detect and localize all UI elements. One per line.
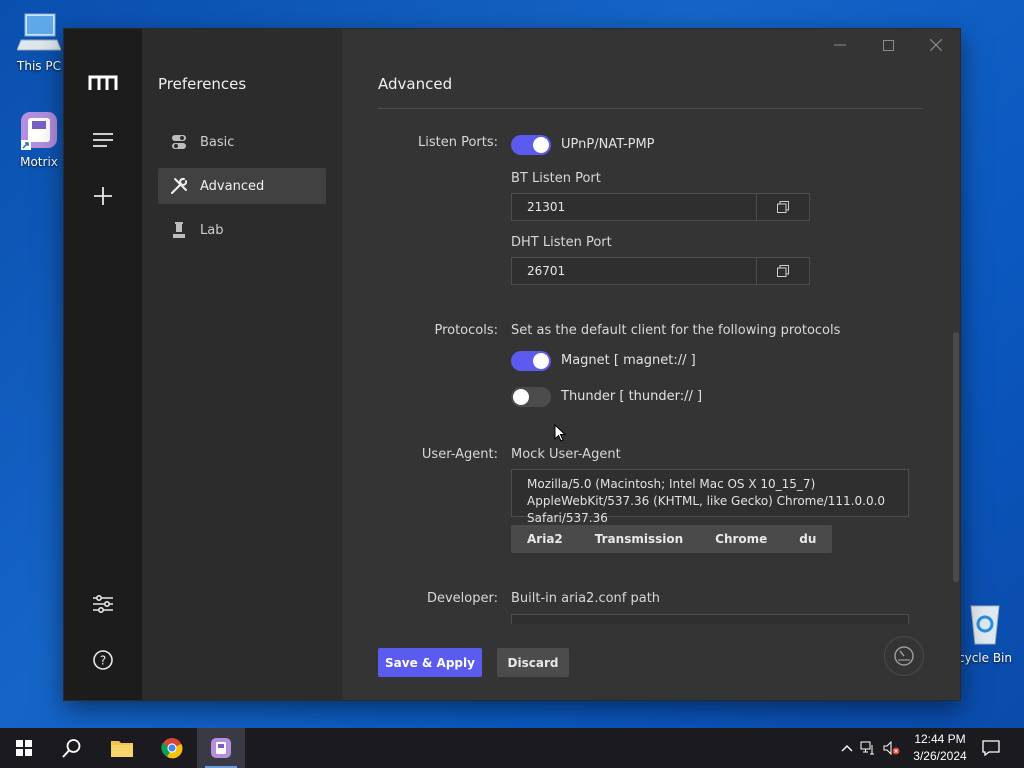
aria2-conf-path-field[interactable] bbox=[511, 614, 909, 624]
motrix-taskbar-button[interactable] bbox=[197, 728, 245, 768]
clock-date: 3/26/2024 bbox=[913, 749, 967, 763]
aria2-conf-path-label: Built-in aria2.conf path bbox=[511, 591, 661, 606]
taskbar: 12:44 PM 3/26/2024 bbox=[0, 728, 1024, 768]
clock-time: 12:44 PM bbox=[914, 732, 966, 746]
taskbar-clock[interactable]: 12:44 PM 3/26/2024 bbox=[905, 731, 975, 765]
developer-label: Developer: bbox=[426, 591, 498, 606]
speed-limit-button[interactable] bbox=[884, 636, 924, 676]
dht-port-label: DHT Listen Port bbox=[511, 235, 612, 250]
upnp-toggle[interactable] bbox=[511, 135, 551, 155]
file-explorer-button[interactable] bbox=[98, 728, 146, 768]
windows-logo-icon bbox=[16, 740, 32, 756]
content-scrollbar[interactable] bbox=[953, 332, 959, 582]
help-icon[interactable]: ? bbox=[86, 643, 120, 677]
magnet-toggle[interactable] bbox=[511, 351, 551, 371]
divider bbox=[378, 108, 923, 109]
recycle-bin-icon bbox=[970, 605, 1000, 645]
user-agent-textarea[interactable]: Mozilla/5.0 (Macintosh; Intel Mac OS X 1… bbox=[511, 469, 909, 525]
discard-button[interactable]: Discard bbox=[497, 648, 569, 677]
page-title: Advanced bbox=[378, 75, 453, 93]
magnet-toggle-label: Magnet [ magnet:// ] bbox=[561, 353, 696, 368]
preset-du-button[interactable]: du bbox=[783, 525, 832, 553]
upnp-toggle-label: UPnP/NAT-PMP bbox=[561, 137, 655, 152]
computer-icon bbox=[16, 13, 62, 51]
maximize-button[interactable] bbox=[868, 33, 908, 57]
preset-aria2-button[interactable]: Aria2 bbox=[511, 525, 579, 553]
action-center-button[interactable] bbox=[968, 728, 1014, 768]
folder-icon bbox=[111, 741, 133, 757]
thunder-toggle-label: Thunder [ thunder:// ] bbox=[561, 389, 703, 404]
app-rail: ? bbox=[64, 29, 142, 700]
protocols-label: Protocols: bbox=[434, 323, 498, 338]
mouse-cursor-icon bbox=[554, 424, 566, 442]
speedometer-icon bbox=[894, 646, 914, 666]
wrench-tools-icon bbox=[170, 177, 188, 195]
thunder-toggle[interactable] bbox=[511, 387, 551, 407]
random-port-button[interactable] bbox=[756, 194, 809, 220]
sidebar-item-label: Lab bbox=[200, 222, 224, 238]
preferences-content: Advanced Listen Ports: UPnP/NAT-PMP BT L… bbox=[342, 29, 960, 700]
dht-port-field bbox=[511, 257, 810, 285]
notification-icon bbox=[982, 740, 1000, 756]
bt-port-field bbox=[511, 193, 810, 221]
sidebar-item-advanced[interactable]: Advanced bbox=[158, 168, 326, 204]
sidebar-item-basic[interactable]: Basic bbox=[158, 124, 326, 160]
save-apply-button[interactable]: Save & Apply bbox=[378, 648, 482, 677]
close-button[interactable] bbox=[916, 33, 956, 57]
copy-icon bbox=[777, 201, 789, 213]
motrix-logo-icon bbox=[86, 66, 120, 100]
chrome-icon bbox=[161, 738, 183, 759]
bt-port-label: BT Listen Port bbox=[511, 171, 601, 186]
search-icon bbox=[62, 739, 81, 758]
minimize-button[interactable] bbox=[820, 33, 860, 57]
sidebar-title: Preferences bbox=[158, 75, 247, 93]
preset-transmission-button[interactable]: Transmission bbox=[579, 525, 699, 553]
flask-icon bbox=[170, 221, 188, 239]
listen-ports-label: Listen Ports: bbox=[417, 135, 498, 150]
chrome-button[interactable] bbox=[148, 728, 196, 768]
sidebar-item-label: Basic bbox=[200, 134, 235, 150]
preferences-sidebar: Preferences Basic Advanced Lab bbox=[142, 29, 342, 700]
mock-user-agent-label: Mock User-Agent bbox=[511, 447, 621, 462]
user-agent-presets: Aria2 Transmission Chrome du bbox=[511, 525, 833, 553]
copy-icon bbox=[777, 265, 789, 277]
random-port-button[interactable] bbox=[756, 258, 809, 284]
search-button[interactable] bbox=[48, 728, 96, 768]
volume-muted-icon[interactable] bbox=[880, 741, 904, 755]
system-tray bbox=[838, 728, 904, 768]
motrix-app-icon bbox=[211, 738, 231, 758]
motrix-app-icon bbox=[21, 112, 57, 150]
sidebar-item-lab[interactable]: Lab bbox=[158, 212, 326, 248]
svg-text:?: ? bbox=[100, 654, 106, 668]
preferences-sliders-icon[interactable] bbox=[86, 587, 120, 621]
preset-chrome-button[interactable]: Chrome bbox=[699, 525, 783, 553]
dht-port-input[interactable] bbox=[512, 258, 756, 284]
sidebar-item-label: Advanced bbox=[200, 178, 265, 194]
add-task-icon[interactable] bbox=[86, 179, 120, 213]
protocols-description: Set as the default client for the follow… bbox=[511, 323, 841, 338]
user-agent-label: User-Agent: bbox=[421, 447, 498, 462]
motrix-window: ? Preferences Basic Advanced Lab Advance… bbox=[64, 29, 960, 700]
bt-port-input[interactable] bbox=[512, 194, 756, 220]
show-hidden-icons-icon[interactable] bbox=[838, 744, 856, 752]
menu-icon[interactable] bbox=[86, 123, 120, 157]
start-button[interactable] bbox=[0, 728, 48, 768]
toggle-icon bbox=[170, 133, 188, 151]
network-icon[interactable] bbox=[856, 741, 880, 755]
